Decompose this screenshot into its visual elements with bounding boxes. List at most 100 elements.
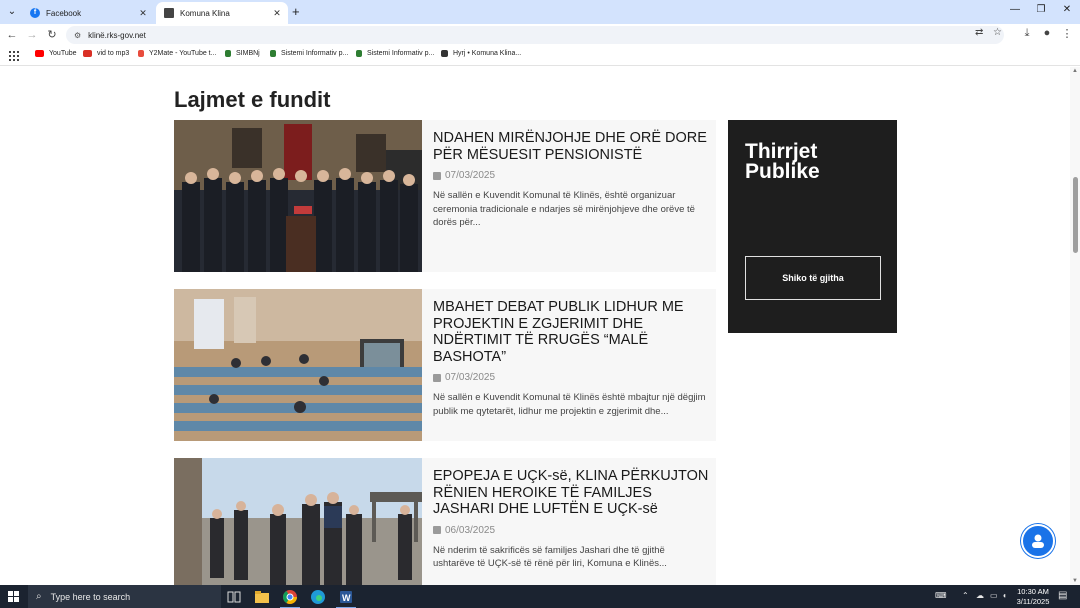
news-body: NDAHEN MIRËNJOHJE DHE ORË DORE PËR MËSUE…	[433, 130, 709, 230]
public-calls-title: Thirrjet Publike	[745, 140, 820, 183]
news-card[interactable]: NDAHEN MIRËNJOHJE DHE ORË DORE PËR MËSUE…	[174, 120, 716, 272]
news-title[interactable]: NDAHEN MIRËNJOHJE DHE ORË DORE PËR MËSUE…	[433, 130, 709, 163]
translate-icon[interactable]: ⇄	[975, 27, 983, 38]
news-body: EPOPEJA E UÇK-së, KLINA PËRKUJTON RËNIEN…	[433, 468, 709, 571]
news-body: MBAHET DEBAT PUBLIK LIDHUR ME PROJEKTIN …	[433, 299, 709, 418]
news-title[interactable]: MBAHET DEBAT PUBLIK LIDHUR ME PROJEKTIN …	[433, 299, 709, 365]
onedrive-icon[interactable]: ☁	[976, 591, 984, 600]
section-title: Lajmet e fundit	[174, 87, 331, 112]
bookmark-label: SIMBNj	[236, 50, 260, 57]
tab-facebook[interactable]: f Facebook ✕	[22, 2, 154, 24]
tab-title: Komuna Klina	[180, 8, 230, 18]
notifications-icon[interactable]: ▤	[1058, 590, 1067, 601]
news-date-text: 06/03/2025	[445, 524, 496, 536]
bookmark-sistemi-1[interactable]: Sistemi Informativ p...	[270, 50, 348, 57]
chrome-icon[interactable]	[280, 589, 300, 608]
window-close-icon[interactable]: ✕	[1057, 4, 1077, 15]
restore-icon[interactable]: ❐	[1031, 4, 1051, 15]
calendar-icon	[433, 171, 441, 180]
taskbar-search-box[interactable]: ⌕ Type here to search	[28, 585, 221, 608]
reload-icon[interactable]: ↻	[44, 27, 60, 43]
bookmark-komuna-klina[interactable]: Hyrj • Komuna Klina...	[441, 50, 521, 57]
close-tab-icon[interactable]: ✕	[136, 8, 150, 19]
profile-avatar-icon[interactable]: ●	[1039, 27, 1055, 39]
word-icon[interactable]: W	[336, 589, 356, 608]
scrollbar-thumb[interactable]	[1073, 177, 1078, 253]
file-explorer-icon[interactable]	[254, 589, 270, 605]
forward-arrow-icon[interactable]: →	[24, 27, 40, 43]
bookmark-vid-to-mp3[interactable]: vid to mp3	[83, 50, 129, 57]
page-viewport: Lajmet e fundit NDAHEN MIRËNJOHJE DHE OR…	[0, 67, 1070, 585]
y2mate-icon	[138, 50, 144, 57]
back-arrow-icon[interactable]: ←	[4, 27, 20, 43]
tab-title: Facebook	[46, 8, 82, 18]
news-excerpt: Në sallën e Kuvendit Komunal të Klinës, …	[433, 190, 695, 228]
bookmark-label: vid to mp3	[97, 50, 130, 57]
new-tab-plus-icon[interactable]: +	[292, 5, 300, 19]
news-date-text: 07/03/2025	[445, 170, 496, 181]
tray-chevron-up-icon[interactable]: ⌃	[962, 591, 969, 600]
search-icon: ⌕	[36, 591, 42, 602]
keyboard-icon[interactable]: ⌨	[935, 591, 947, 600]
tab-search-chevron-icon[interactable]: ⌄	[4, 4, 20, 20]
close-tab-icon[interactable]: ✕	[270, 8, 284, 19]
bookmark-y2mate[interactable]: Y2Mate - YouTube t...	[138, 50, 216, 57]
news-date: 06/03/2025	[433, 525, 709, 536]
news-date: 07/03/2025	[433, 170, 709, 181]
browser-tab-bar: ⌄ f Facebook ✕ Komuna Klina ✕ + — ❐ ✕	[0, 0, 1080, 24]
network-icon[interactable]: ▭	[990, 591, 998, 600]
scroll-up-arrow-icon[interactable]: ▲	[1072, 68, 1078, 74]
bookmark-label: Sistemi Informativ p...	[281, 50, 349, 57]
bookmark-youtube[interactable]: YouTube	[35, 50, 77, 57]
minimize-icon[interactable]: —	[1005, 4, 1025, 15]
news-date-text: 07/03/2025	[445, 372, 496, 383]
news-card[interactable]: MBAHET DEBAT PUBLIK LIDHUR ME PROJEKTIN …	[174, 289, 716, 441]
clock-date: 3/11/2025	[1016, 597, 1050, 606]
news-photo-ceremony[interactable]	[174, 120, 422, 272]
windows-start-icon[interactable]	[8, 591, 19, 602]
address-bar[interactable]: ⚙ klinë.rks-gov.net	[66, 26, 1004, 44]
url-text: klinë.rks-gov.net	[88, 30, 146, 40]
calendar-icon	[433, 373, 441, 382]
komuna-klina-icon	[164, 8, 174, 18]
windows-taskbar: ⌕ Type here to search W ⌨ ⌃ ☁ ▭ ◖ 10:30 …	[0, 585, 1080, 608]
tab-komuna-klina[interactable]: Komuna Klina ✕	[156, 2, 288, 24]
news-photo-assembly-hall[interactable]	[174, 289, 422, 441]
task-view-icon[interactable]	[226, 589, 242, 605]
news-card[interactable]: EPOPEJA E UÇK-së, KLINA PËRKUJTON RËNIEN…	[174, 458, 716, 585]
browser-toolbar: ← → ↻ ⚙ klinë.rks-gov.net ⇄ ☆ ⤓ ● ⋮	[0, 24, 1080, 46]
volume-icon[interactable]: ◖	[1002, 591, 1007, 600]
edge-icon[interactable]	[310, 589, 326, 605]
page-scrollbar[interactable]: ▲ ▼	[1070, 67, 1080, 585]
bookmarks-bar: YouTube vid to mp3 Y2Mate - YouTube t...…	[0, 46, 1080, 66]
news-excerpt: Në sallën e Kuvendit Komunal të Klinës ë…	[433, 392, 706, 417]
scroll-down-arrow-icon[interactable]: ▼	[1072, 578, 1078, 584]
bookmark-label: YouTube	[49, 50, 77, 57]
see-all-calls-button[interactable]: Shiko të gjitha	[745, 256, 881, 300]
download-icon[interactable]: ⤓	[1019, 27, 1035, 40]
menu-kebab-icon[interactable]: ⋮	[1059, 27, 1075, 40]
site-info-icon[interactable]: ⚙	[74, 31, 81, 40]
taskbar-clock[interactable]: 10:30 AM 3/11/2025	[1010, 587, 1056, 607]
news-title[interactable]: EPOPEJA E UÇK-së, KLINA PËRKUJTON RËNIEN…	[433, 468, 709, 518]
public-calls-box: Thirrjet Publike Shiko të gjitha	[728, 120, 897, 333]
sistemi-icon	[270, 50, 276, 57]
bookmark-sistemi-2[interactable]: Sistemi Informativ p...	[356, 50, 434, 57]
bookmark-label: Sistemi Informativ p...	[367, 50, 435, 57]
chat-person-icon	[1032, 534, 1044, 548]
calendar-icon	[433, 526, 441, 534]
bookmark-label: Y2Mate - YouTube t...	[149, 50, 217, 57]
bookmark-label: Hyrj • Komuna Klina...	[453, 50, 522, 57]
vid-to-mp3-icon	[83, 50, 92, 57]
clock-time: 10:30 AM	[1017, 587, 1049, 596]
news-date: 07/03/2025	[433, 372, 709, 383]
simbnj-icon	[225, 50, 231, 57]
news-photo-memorial[interactable]	[174, 458, 422, 585]
bookmark-simbnj[interactable]: SIMBNj	[225, 50, 260, 57]
chat-widget-button[interactable]	[1021, 524, 1055, 558]
youtube-icon	[35, 50, 44, 57]
svg-text:W: W	[342, 593, 351, 603]
news-excerpt: Në nderim të sakrificës së familjes Jash…	[433, 544, 667, 570]
bookmark-star-icon[interactable]: ☆	[993, 27, 1002, 38]
apps-grid-icon[interactable]	[9, 51, 19, 61]
